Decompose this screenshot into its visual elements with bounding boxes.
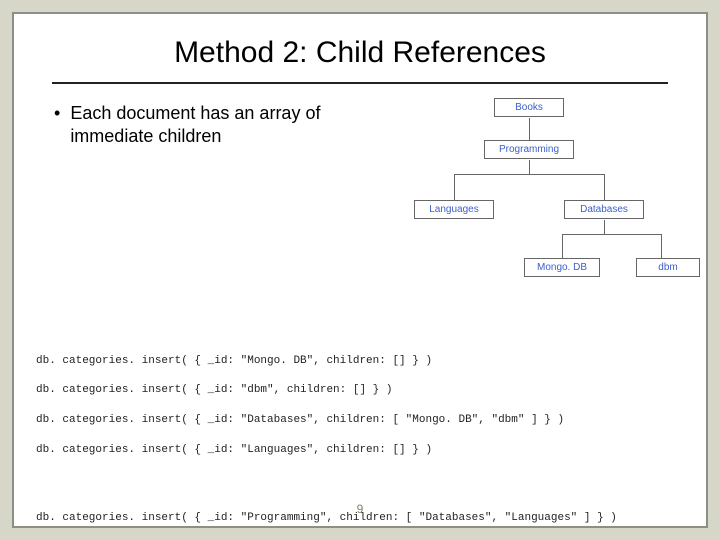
tree-node-books: Books xyxy=(494,98,564,117)
tree-connector xyxy=(604,174,605,200)
category-tree-diagram: Books Programming Languages Databases Mo… xyxy=(374,98,686,303)
code-line: db. categories. insert( { _id: "Language… xyxy=(36,443,686,458)
tree-connector xyxy=(661,234,662,258)
tree-connector xyxy=(604,220,605,234)
tree-connector xyxy=(454,174,604,175)
bullet-list: • Each document has an array of immediat… xyxy=(54,98,364,303)
bullet-text: Each document has an array of immediate … xyxy=(70,102,364,149)
bullet-dot: • xyxy=(54,102,60,149)
page-number: 9 xyxy=(14,502,706,516)
slide-frame: Method 2: Child References • Each docume… xyxy=(12,12,708,528)
code-line: db. categories. insert( { _id: "dbm", ch… xyxy=(36,383,686,398)
tree-node-programming: Programming xyxy=(484,140,574,159)
code-line: db. categories. insert( { _id: "Mongo. D… xyxy=(36,354,686,369)
tree-node-databases: Databases xyxy=(564,200,644,219)
tree-connector xyxy=(454,174,455,200)
tree-node-dbm: dbm xyxy=(636,258,700,277)
tree-connector xyxy=(562,234,563,258)
slide-title: Method 2: Child References xyxy=(14,14,706,74)
tree-connector xyxy=(529,118,530,140)
code-line: db. categories. insert( { _id: "Database… xyxy=(36,413,686,428)
tree-node-mongodb: Mongo. DB xyxy=(524,258,600,277)
tree-connector xyxy=(562,234,661,235)
top-row: • Each document has an array of immediat… xyxy=(14,84,706,303)
tree-node-languages: Languages xyxy=(414,200,494,219)
tree-connector xyxy=(529,160,530,174)
